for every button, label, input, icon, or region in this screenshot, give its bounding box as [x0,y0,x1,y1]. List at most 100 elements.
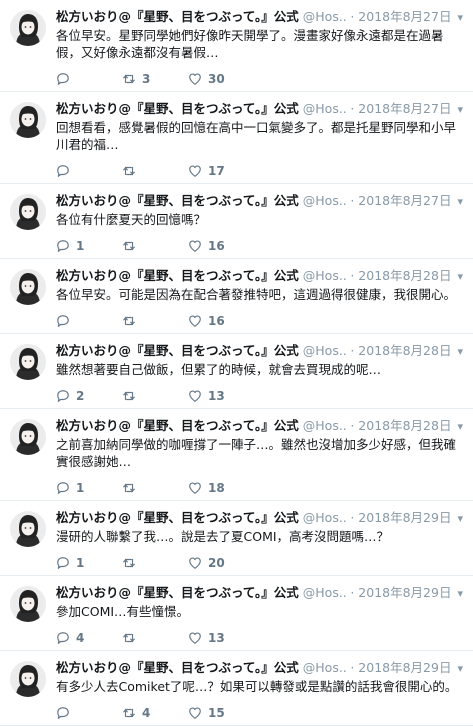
reply-button[interactable]: 1 [56,481,122,495]
author-name[interactable]: 松方いおり@『星野、目をつぶって。』公式 [56,660,299,676]
retweet-button[interactable] [122,239,188,253]
retweet-button[interactable] [122,389,188,403]
retweet-button[interactable] [122,314,188,328]
author-handle[interactable]: @Hos... [303,510,347,526]
reply-button[interactable] [56,164,122,178]
separator-dot: · [350,343,355,358]
separator-dot: · [350,9,355,24]
reply-button[interactable]: 2 [56,389,122,403]
like-button[interactable]: 16 [188,314,258,328]
chevron-down-icon[interactable]: ▾ [451,344,463,360]
like-button[interactable]: 13 [188,631,258,645]
tweet-date[interactable]: 2018年8月27日 [358,193,451,209]
author-handle[interactable]: @Hos... [303,343,347,359]
reply-button[interactable]: 4 [56,631,122,645]
tweet-date[interactable]: 2018年8月27日 [358,101,451,117]
tweet-actions: 2 13 [56,384,463,408]
like-button[interactable]: 13 [188,389,258,403]
tweet-actions: 1 20 [56,551,463,575]
author-name[interactable]: 松方いおり@『星野、目をつぶって。』公式 [56,193,299,209]
tweet[interactable]: 松方いおり@『星野、目をつぶって。』公式 @Hos... · 2018年8月27… [0,184,473,259]
avatar-icon[interactable] [10,419,46,455]
like-button[interactable]: 15 [188,706,258,720]
avatar-icon[interactable] [10,10,46,46]
tweet[interactable]: 松方いおり@『星野、目をつぶって。』公式 @Hos... · 2018年8月29… [0,651,473,726]
author-handle[interactable]: @Hos... [303,660,347,676]
like-count: 15 [208,706,225,720]
separator-dot: · [350,510,355,525]
retweet-button[interactable]: 3 [122,72,188,86]
tweet-date[interactable]: 2018年8月28日 [358,268,451,284]
author-handle[interactable]: @Hos... [303,193,347,209]
author-name[interactable]: 松方いおり@『星野、目をつぶって。』公式 [56,9,299,25]
avatar-icon[interactable] [10,586,46,622]
avatar-icon[interactable] [10,344,46,380]
tweet[interactable]: 松方いおり@『星野、目をつぶって。』公式 @Hos... · 2018年8月28… [0,334,473,409]
author-handle[interactable]: @Hos... [303,268,347,284]
reply-button[interactable] [56,706,122,720]
author-name[interactable]: 松方いおり@『星野、目をつぶって。』公式 [56,418,299,434]
retweet-count: 4 [142,706,151,720]
retweet-icon [123,241,135,251]
retweet-button[interactable] [122,631,188,645]
avatar-icon[interactable] [10,661,46,697]
chevron-down-icon[interactable]: ▾ [451,102,463,118]
author-handle[interactable]: @Hos... [303,9,347,25]
chevron-down-icon[interactable]: ▾ [451,194,463,210]
tweet-text: 各位有什麼夏天的回憶嗎？ [56,212,207,227]
author-name[interactable]: 松方いおり@『星野、目をつぶって。』公式 [56,585,299,601]
chevron-down-icon[interactable]: ▾ [451,10,463,26]
like-button[interactable]: 30 [188,72,258,86]
tweet-date[interactable]: 2018年8月29日 [358,585,451,601]
separator-dot: · [350,268,355,283]
tweet-date[interactable]: 2018年8月28日 [358,418,451,434]
tweet[interactable]: 松方いおり@『星野、目をつぶって。』公式 @Hos... · 2018年8月27… [0,0,473,92]
like-button[interactable]: 17 [188,164,258,178]
reply-button[interactable]: 1 [56,556,122,570]
author-name[interactable]: 松方いおり@『星野、目をつぶって。』公式 [56,343,299,359]
avatar-icon[interactable] [10,194,46,230]
author-handle[interactable]: @Hos... [303,418,347,434]
chevron-down-icon[interactable]: ▾ [451,661,463,677]
tweet-date[interactable]: 2018年8月28日 [358,343,451,359]
retweet-button[interactable] [122,481,188,495]
tweet-text: 雖然想著要自己做飯，但累了的時候，就會去買現成的呢… [56,362,382,377]
tweet[interactable]: 松方いおり@『星野、目をつぶって。』公式 @Hos... · 2018年8月29… [0,501,473,576]
chevron-down-icon[interactable]: ▾ [451,586,463,602]
reply-icon [57,707,69,719]
avatar-icon[interactable] [10,511,46,547]
tweet-date[interactable]: 2018年8月27日 [358,9,451,25]
chevron-down-icon[interactable]: ▾ [451,511,463,527]
author-name[interactable]: 松方いおり@『星野、目をつぶって。』公式 [56,268,299,284]
tweet-header: 松方いおり@『星野、目をつぶって。』公式 @Hos... · 2018年8月27… [56,101,463,118]
tweet-date[interactable]: 2018年8月29日 [358,510,451,526]
retweet-button[interactable] [122,556,188,570]
tweet-date[interactable]: 2018年8月29日 [358,660,451,676]
tweet[interactable]: 松方いおり@『星野、目をつぶって。』公式 @Hos... · 2018年8月29… [0,576,473,651]
like-button[interactable]: 20 [188,556,258,570]
retweet-button[interactable] [122,164,188,178]
tweet[interactable]: 松方いおり@『星野、目をつぶって。』公式 @Hos... · 2018年8月28… [0,259,473,334]
tweet-header: 松方いおり@『星野、目をつぶって。』公式 @Hos... · 2018年8月28… [56,268,463,285]
avatar-icon[interactable] [10,269,46,305]
tweet-header: 松方いおり@『星野、目をつぶって。』公式 @Hos... · 2018年8月29… [56,510,463,527]
tweet-actions: 3 30 [56,67,463,91]
reply-button[interactable]: 1 [56,239,122,253]
like-button[interactable]: 18 [188,481,258,495]
reply-icon [57,240,69,252]
author-name[interactable]: 松方いおり@『星野、目をつぶって。』公式 [56,101,299,117]
chevron-down-icon[interactable]: ▾ [451,269,463,285]
avatar-icon[interactable] [10,102,46,138]
reply-button[interactable] [56,314,122,328]
author-handle[interactable]: @Hos... [303,101,347,117]
heart-icon [189,707,201,719]
reply-button[interactable] [56,72,122,86]
retweet-button[interactable]: 4 [122,706,188,720]
tweet[interactable]: 松方いおり@『星野、目をつぶって。』公式 @Hos... · 2018年8月27… [0,92,473,184]
chevron-down-icon[interactable]: ▾ [451,419,463,435]
author-handle[interactable]: @Hos... [303,585,347,601]
author-name[interactable]: 松方いおり@『星野、目をつぶって。』公式 [56,510,299,526]
like-button[interactable]: 16 [188,239,258,253]
tweet[interactable]: 松方いおり@『星野、目をつぶって。』公式 @Hos... · 2018年8月28… [0,409,473,501]
reply-icon [57,165,69,177]
